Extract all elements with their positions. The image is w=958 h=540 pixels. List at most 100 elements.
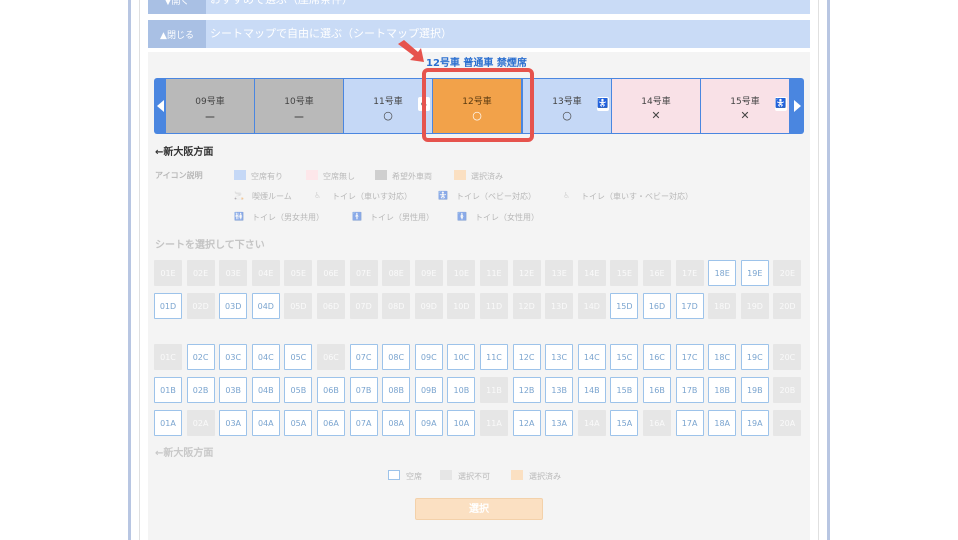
seat-17D[interactable]: 17D — [675, 293, 704, 319]
seat-01C: 01C — [154, 344, 182, 370]
seat-16C[interactable]: 16C — [643, 344, 671, 370]
seat-01A[interactable]: 01A — [154, 410, 182, 436]
seat-05C[interactable]: 05C — [284, 344, 313, 370]
seatmap-bar[interactable]: ▲閉じる シートマップで自由に選ぶ（シートマップ選択） — [148, 20, 810, 48]
seat-06B[interactable]: 06B — [317, 377, 345, 403]
seat-12B[interactable]: 12B — [512, 377, 541, 403]
seat-12C[interactable]: 12C — [512, 344, 541, 370]
seat-18B[interactable]: 18B — [708, 377, 737, 403]
seat-03C[interactable]: 03C — [219, 344, 248, 370]
seat-13B[interactable]: 13B — [545, 377, 574, 403]
car-14号車[interactable]: 14号車 ✕ — [612, 79, 701, 133]
seat-17C[interactable]: 17C — [675, 344, 704, 370]
seat-19C[interactable]: 19C — [740, 344, 769, 370]
scroll-right-icon[interactable] — [794, 100, 801, 112]
seat-14C[interactable]: 14C — [577, 344, 606, 370]
legend-title: アイコン説明 — [155, 171, 203, 180]
seat-06A[interactable]: 06A — [317, 410, 345, 436]
facility-icon: ♿ — [314, 191, 322, 200]
open-button[interactable]: ▼開く — [148, 0, 206, 14]
seat-11C[interactable]: 11C — [480, 344, 508, 370]
facility-icon: 🚻 — [234, 212, 244, 221]
seat-13A[interactable]: 13A — [545, 410, 574, 436]
car-10号車[interactable]: 10号車ー — [255, 79, 344, 133]
scroll-left-icon[interactable] — [157, 100, 164, 112]
seat-10B[interactable]: 10B — [447, 377, 476, 403]
seat-16B[interactable]: 16B — [643, 377, 671, 403]
seat-10C[interactable]: 10C — [447, 344, 476, 370]
seat-19E[interactable]: 19E — [740, 260, 769, 286]
seat-06E: 06E — [317, 260, 345, 286]
seat-07C[interactable]: 07C — [349, 344, 378, 370]
seat-18E[interactable]: 18E — [708, 260, 737, 286]
seat-18C[interactable]: 18C — [708, 344, 737, 370]
facility-icon: 🚺 — [457, 212, 467, 221]
seat-17B[interactable]: 17B — [675, 377, 704, 403]
seat-03B[interactable]: 03B — [219, 377, 248, 403]
seat-12A[interactable]: 12A — [512, 410, 541, 436]
seat-08C[interactable]: 08C — [382, 344, 411, 370]
seat-07A[interactable]: 07A — [349, 410, 378, 436]
seat-09C[interactable]: 09C — [414, 344, 443, 370]
close-button[interactable]: ▲閉じる — [148, 20, 206, 48]
car-09号車[interactable]: 09号車ー — [166, 79, 255, 133]
facility-label: 喫煙ルーム — [252, 192, 292, 201]
recommend-bar[interactable]: ▼開く おすすめで選ぶ（座席条件） — [148, 0, 810, 14]
seat-04B[interactable]: 04B — [251, 377, 280, 403]
car-11号車[interactable]: 11号車 ○ ♿ — [344, 79, 433, 133]
seat-17A[interactable]: 17A — [675, 410, 704, 436]
seat-15C[interactable]: 15C — [610, 344, 639, 370]
car-name: 10号車 — [284, 97, 314, 107]
seat-08A[interactable]: 08A — [382, 410, 411, 436]
seat-19A[interactable]: 19A — [740, 410, 769, 436]
key-selected-swatch — [511, 470, 523, 480]
seat-08B[interactable]: 08B — [382, 377, 411, 403]
seat-04D[interactable]: 04D — [251, 293, 280, 319]
seat-10E: 10E — [447, 260, 476, 286]
seat-14E: 14E — [577, 260, 606, 286]
seat-09B[interactable]: 09B — [414, 377, 443, 403]
recommend-bar-label: おすすめで選ぶ（座席条件） — [210, 0, 353, 14]
seat-14B[interactable]: 14B — [577, 377, 606, 403]
seat-13C[interactable]: 13C — [545, 344, 574, 370]
seat-01B[interactable]: 01B — [154, 377, 182, 403]
seat-05A[interactable]: 05A — [284, 410, 313, 436]
seat-10A[interactable]: 10A — [447, 410, 476, 436]
seat-11A: 11A — [480, 410, 508, 436]
seat-05B[interactable]: 05B — [284, 377, 313, 403]
car-status-mark: ✕ — [651, 109, 661, 122]
facility-label: トイレ（女性用） — [475, 213, 539, 222]
key-available-label: 空席 — [406, 472, 422, 481]
facility-label: トイレ（車いす対応） — [332, 192, 412, 201]
seat-15B[interactable]: 15B — [610, 377, 639, 403]
seat-19B[interactable]: 19B — [740, 377, 769, 403]
car-13号車[interactable]: 13号車 ○ 🚼 — [523, 79, 612, 133]
legend-swatch — [306, 170, 318, 180]
car-15号車[interactable]: 15号車 ✕ 🚼 — [701, 79, 790, 133]
seat-03A[interactable]: 03A — [219, 410, 248, 436]
seat-09A[interactable]: 09A — [414, 410, 443, 436]
seat-03D[interactable]: 03D — [219, 293, 248, 319]
seat-01E: 01E — [154, 260, 182, 286]
seat-13D: 13D — [545, 293, 574, 319]
seat-02C[interactable]: 02C — [186, 344, 215, 370]
seat-18A[interactable]: 18A — [708, 410, 737, 436]
key-available-swatch — [388, 470, 400, 480]
car-name: 14号車 — [641, 97, 671, 107]
seat-07B[interactable]: 07B — [349, 377, 378, 403]
seat-04C[interactable]: 04C — [251, 344, 280, 370]
seat-06D: 06D — [317, 293, 345, 319]
seat-04A[interactable]: 04A — [251, 410, 280, 436]
seat-09D: 09D — [414, 293, 443, 319]
seat-16D[interactable]: 16D — [643, 293, 671, 319]
seat-15D[interactable]: 15D — [610, 293, 639, 319]
seat-08E: 08E — [382, 260, 411, 286]
seat-15A[interactable]: 15A — [610, 410, 639, 436]
seat-11D: 11D — [480, 293, 508, 319]
seat-01D[interactable]: 01D — [154, 293, 182, 319]
facility-icon: 🚼 — [438, 191, 448, 200]
seat-17E: 17E — [675, 260, 704, 286]
select-button[interactable]: 選択 — [415, 498, 543, 520]
seat-02B[interactable]: 02B — [186, 377, 215, 403]
car-status-mark: ー — [293, 111, 305, 124]
